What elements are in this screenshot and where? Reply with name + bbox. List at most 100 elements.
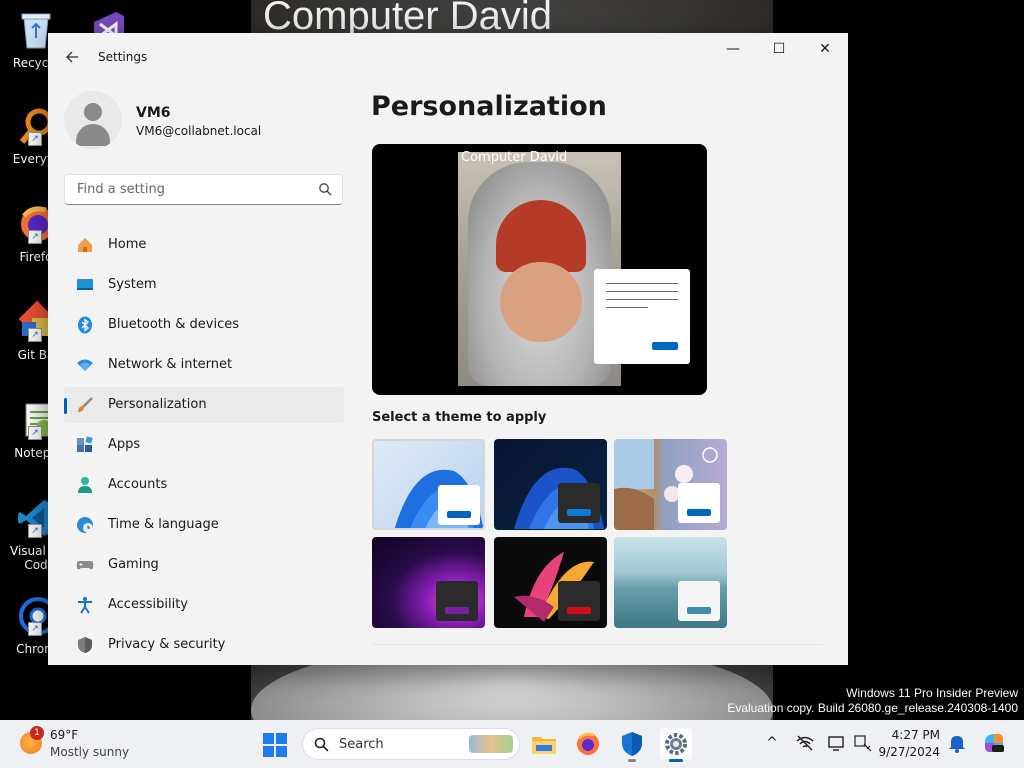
taskbar-app-file-explorer[interactable] (528, 728, 560, 760)
theme-tile-glow[interactable] (372, 537, 485, 628)
taskbar: 1 69°F Mostly sunny Search ^ 4:27 PM 9/2… (0, 720, 1024, 768)
sidebar-item-system[interactable]: System (64, 267, 344, 303)
notifications-bell-icon[interactable] (947, 733, 967, 753)
show-hidden-icons-chevron-up-icon[interactable]: ^ (762, 733, 782, 753)
preview-caption: Computer David (461, 150, 568, 165)
monitor-icon (77, 279, 93, 290)
paintbrush-icon (78, 397, 93, 412)
theme-tile-spotlight[interactable] (614, 439, 727, 530)
defender-icon (622, 732, 642, 756)
sidebar-item-bluetooth[interactable]: Bluetooth & devices (64, 307, 344, 343)
theme-sample-window (678, 581, 720, 621)
sidebar-item-personalization[interactable]: Personalization (64, 387, 344, 423)
weather-description: Mostly sunny (50, 745, 130, 759)
sidebar-item-label: Personalization (108, 397, 207, 412)
sidebar-item-label: Accounts (108, 477, 168, 492)
taskbar-search[interactable]: Search (302, 728, 520, 760)
firefox-icon (577, 732, 599, 755)
settings-window: Settings — ☐ ✕ VM6 VM6@collabnet.local H… (48, 33, 848, 665)
weather-temperature: 69°F (50, 728, 79, 742)
search-box[interactable] (64, 174, 343, 205)
close-button[interactable]: ✕ (802, 33, 848, 65)
sidebar-item-gaming[interactable]: Gaming (64, 547, 344, 583)
running-indicator (669, 759, 683, 762)
clock-date[interactable]: 9/27/2024 (870, 745, 940, 759)
theme-tile-windows-light[interactable] (372, 439, 485, 530)
page-title: Personalization (371, 91, 607, 122)
notification-badge: 1 (30, 726, 44, 740)
search-icon (314, 737, 329, 752)
shortcut-arrow-icon: ↗ (28, 622, 42, 636)
start-button[interactable] (262, 732, 288, 758)
sidebar-item-label: Accessibility (108, 597, 188, 612)
evaluation-watermark: Windows 11 Pro Insider Preview Evaluatio… (727, 686, 1018, 716)
arrow-left-icon (66, 51, 78, 63)
user-email: VM6@collabnet.local (136, 124, 262, 138)
home-icon (78, 238, 92, 252)
watermark-line-2: Evaluation copy. Build 26080.ge_release.… (727, 701, 1018, 715)
theme-preview: Computer David (372, 144, 707, 395)
shortcut-arrow-icon: ↗ (28, 426, 42, 440)
sidebar-item-label: System (108, 277, 157, 292)
search-icon[interactable] (318, 182, 332, 196)
gamepad-icon (76, 561, 94, 570)
taskbar-search-label: Search (339, 737, 384, 752)
taskbar-app-defender[interactable] (616, 728, 648, 762)
shortcut-arrow-icon: ↗ (28, 230, 42, 244)
theme-sample-window (438, 485, 480, 525)
sidebar-item-label: Apps (108, 437, 141, 452)
sidebar-item-label: Home (108, 237, 147, 252)
window-title: Settings (98, 50, 148, 64)
title-bar[interactable]: Settings — ☐ ✕ (48, 33, 848, 81)
bluetooth-icon (78, 316, 92, 334)
taskbar-app-settings[interactable] (660, 728, 692, 762)
file-explorer-icon (532, 737, 556, 754)
settings-icon (665, 733, 687, 755)
apps-icon (77, 436, 93, 452)
shortcut-arrow-icon: ↗ (28, 328, 42, 342)
theme-sample-window (558, 483, 600, 523)
theme-sample-window (678, 483, 720, 523)
display-icon[interactable] (827, 733, 847, 753)
copilot-icon[interactable] (982, 731, 1006, 755)
shortcut-arrow-icon: ↗ (28, 132, 42, 146)
running-indicator (628, 759, 636, 762)
sidebar-item-label: Gaming (108, 557, 159, 572)
sidebar-item-accessibility[interactable]: Accessibility (64, 587, 344, 623)
back-button[interactable] (60, 45, 84, 69)
sidebar-item-apps[interactable]: Apps (64, 427, 344, 463)
watermark-line-1: Windows 11 Pro Insider Preview (846, 686, 1018, 700)
minimize-button[interactable]: — (710, 33, 756, 65)
sidebar-item-time-language[interactable]: Time & language (64, 507, 344, 543)
taskbar-app-firefox[interactable] (572, 728, 604, 760)
clock-time[interactable]: 4:27 PM (890, 728, 940, 742)
shield-icon (78, 637, 92, 653)
search-input[interactable] (75, 181, 309, 198)
preview-sample-window (594, 269, 690, 364)
theme-tile-windows-dark[interactable] (494, 439, 607, 530)
person-icon (78, 477, 92, 493)
sidebar-item-label: Privacy & security (108, 637, 226, 652)
search-highlight-image (469, 735, 513, 753)
sidebar-item-privacy-security[interactable]: Privacy & security (64, 627, 344, 663)
user-name: VM6 (136, 105, 171, 121)
browse-themes-row[interactable] (372, 644, 823, 665)
sidebar-item-accounts[interactable]: Accounts (64, 467, 344, 503)
avatar[interactable] (64, 91, 122, 149)
accessibility-icon (78, 597, 92, 614)
sidebar-nav: Home System Bluetooth & devices Network … (64, 227, 344, 665)
shortcut-arrow-icon: ↗ (28, 524, 42, 538)
sidebar-item-network[interactable]: Network & internet (64, 347, 344, 383)
maximize-button[interactable]: ☐ (756, 33, 802, 65)
theme-section-label: Select a theme to apply (372, 410, 547, 425)
theme-sample-window (558, 581, 600, 621)
sidebar-item-label: Time & language (108, 517, 219, 532)
sidebar-item-label: Network & internet (108, 357, 233, 372)
globe-clock-icon (77, 517, 93, 533)
sidebar-item-label: Bluetooth & devices (108, 317, 239, 332)
theme-tile-flow[interactable] (614, 537, 727, 628)
sidebar-item-home[interactable]: Home (64, 227, 344, 263)
network-offline-icon[interactable] (795, 733, 815, 753)
theme-sample-window (436, 581, 478, 621)
theme-tile-captured-motion[interactable] (494, 537, 607, 628)
